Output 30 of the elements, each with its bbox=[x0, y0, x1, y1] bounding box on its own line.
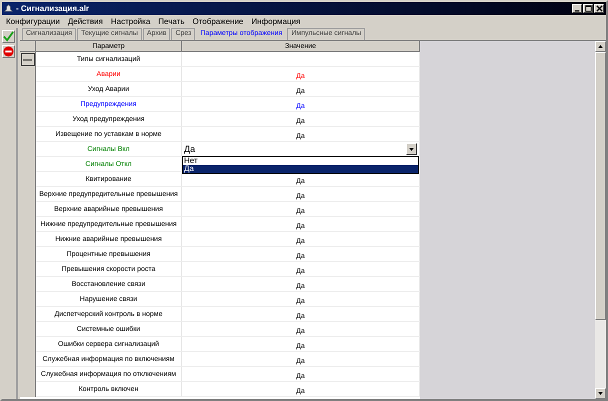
window-title: - Сигнализация.alr bbox=[16, 4, 90, 13]
checkmark-icon bbox=[3, 31, 14, 42]
dropdown-field[interactable]: Да bbox=[182, 142, 419, 156]
minimize-button[interactable] bbox=[572, 4, 582, 13]
dropdown-option[interactable]: Да bbox=[183, 165, 418, 173]
dropdown-option[interactable]: Нет bbox=[183, 157, 418, 165]
menu-item[interactable]: Настройка bbox=[110, 17, 150, 26]
menu-item[interactable]: Информация bbox=[251, 17, 300, 26]
menu-item[interactable]: Печать bbox=[158, 17, 184, 26]
minus-icon bbox=[23, 58, 32, 60]
down-arrow-icon bbox=[598, 392, 603, 395]
close-icon bbox=[596, 5, 602, 12]
scroll-up-button[interactable] bbox=[595, 41, 606, 52]
scroll-down-button[interactable] bbox=[595, 388, 606, 399]
dropdown-arrow-button[interactable] bbox=[406, 143, 417, 155]
down-arrow-icon bbox=[409, 148, 414, 150]
menu-item[interactable]: Действия bbox=[68, 17, 103, 26]
no-entry-icon bbox=[3, 46, 14, 57]
menu-item[interactable]: Конфигурации bbox=[6, 17, 60, 26]
menu-item[interactable]: Отображение bbox=[192, 17, 244, 26]
close-button[interactable] bbox=[594, 4, 604, 13]
bell-icon bbox=[4, 4, 13, 13]
field-value: Да bbox=[184, 144, 196, 154]
maximize-button[interactable] bbox=[583, 4, 593, 13]
maximize-icon bbox=[584, 5, 592, 12]
up-arrow-icon bbox=[598, 45, 603, 48]
scroll-thumb[interactable] bbox=[595, 52, 606, 320]
cancel-button[interactable] bbox=[2, 45, 15, 58]
row-header-cell bbox=[20, 382, 36, 397]
confirm-button[interactable] bbox=[2, 30, 15, 43]
